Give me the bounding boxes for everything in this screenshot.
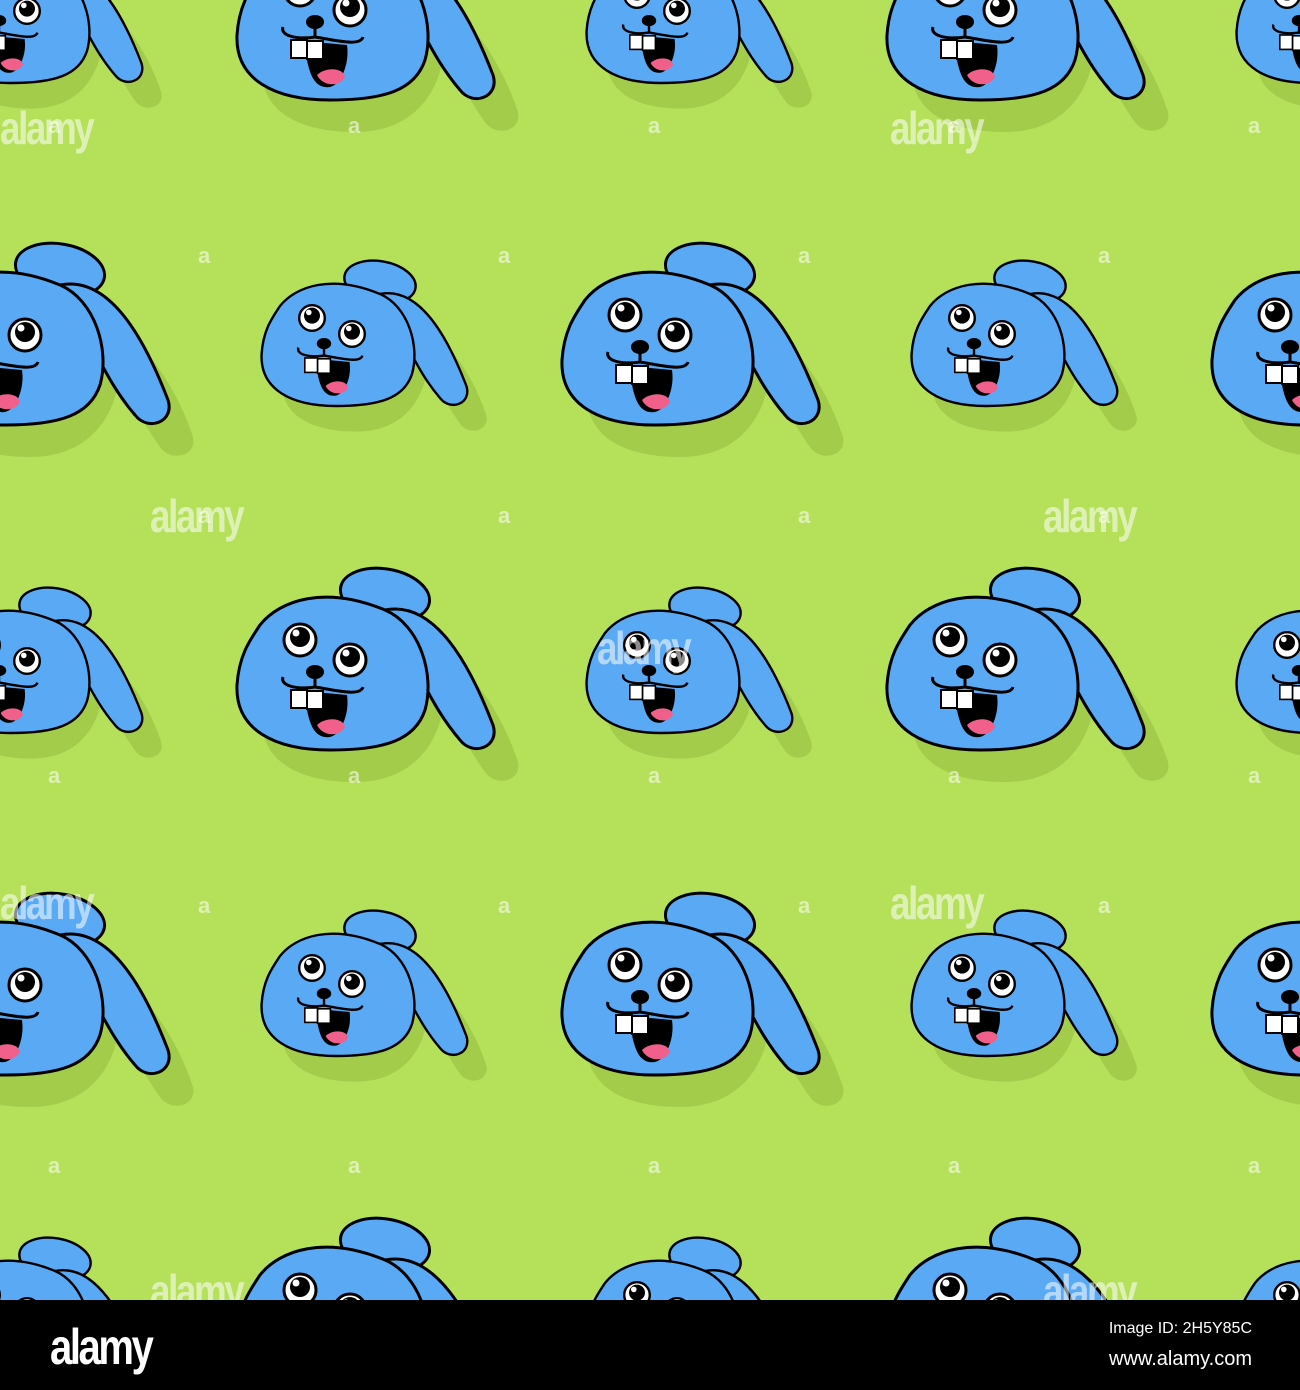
watermark-letter: a [348,763,361,788]
watermark-letter: a [48,1153,61,1178]
watermark-letter: a [48,763,61,788]
bunny-head [1210,235,1300,459]
bunny-head [560,235,845,459]
watermark-letter: a [1098,893,1111,918]
bunny-head [0,0,163,110]
watermark-letter: a [948,113,961,138]
watermark-letter: a [1248,763,1261,788]
bunny-head [235,0,520,134]
watermark-letter: a [198,893,211,918]
watermark-letter: a [198,243,211,268]
bunny-head [585,0,813,110]
watermark-letter: a [1098,243,1111,268]
watermark-text: alamy [150,1265,245,1300]
watermark-letter: a [48,113,61,138]
bunny-head [260,904,488,1083]
website-url: www.alamy.com [1109,1348,1252,1370]
bunny-head [260,254,488,433]
watermark-letter: a [498,893,511,918]
watermark-letter: a [1248,1153,1261,1178]
bunny-head [1235,1231,1300,1300]
bunny-head [1235,581,1300,760]
watermark-text: alamy [890,102,985,154]
footer-bar: alamy Image ID: 2H5Y85C www.alamy.com [0,1300,1300,1390]
watermark-text: alamy [597,622,692,674]
bunny-head [885,560,1170,784]
alamy-logo: alamy [50,1319,154,1375]
watermark-letter: a [498,243,511,268]
bunny-head [910,254,1138,433]
image-id: Image ID: 2H5Y85C [1108,1320,1252,1337]
watermark-letter: a [648,1153,661,1178]
watermark-text: alamy [890,877,985,929]
watermark-letter: a [798,893,811,918]
bunny-head [235,1210,520,1300]
watermark-text: alamy [0,102,95,154]
bunny-head [0,581,163,760]
watermark-letter: a [798,503,811,528]
watermark-letter: a [348,113,361,138]
watermark-letter: a [648,113,661,138]
bunny-head [560,885,845,1109]
watermark-letter: a [648,763,661,788]
bunny-head [1210,885,1300,1109]
watermark-letter: a [948,763,961,788]
bunny-head [910,904,1138,1083]
watermark-letter: a [198,503,211,528]
watermark-letter: a [1248,113,1261,138]
bunny-head [0,235,195,459]
bunny-head [235,560,520,784]
bunny-pattern-image: alamy alamy alamy alamy alamy alamy alamy alamy… [0,0,1300,1300]
watermark-letter: a [1098,503,1111,528]
watermark-letter: a [948,1153,961,1178]
watermark-text: alamy [1043,490,1138,542]
watermark-letter: a [498,503,511,528]
watermark-text: alamy [0,877,95,929]
bunny-head [585,1231,813,1300]
watermark-text: alamy [1043,1265,1138,1300]
watermark-letter: a [798,243,811,268]
bunny-head [0,1231,163,1300]
watermark-text: alamy [150,490,245,542]
watermark-letter: a [348,1153,361,1178]
bunny-head [1235,0,1300,110]
